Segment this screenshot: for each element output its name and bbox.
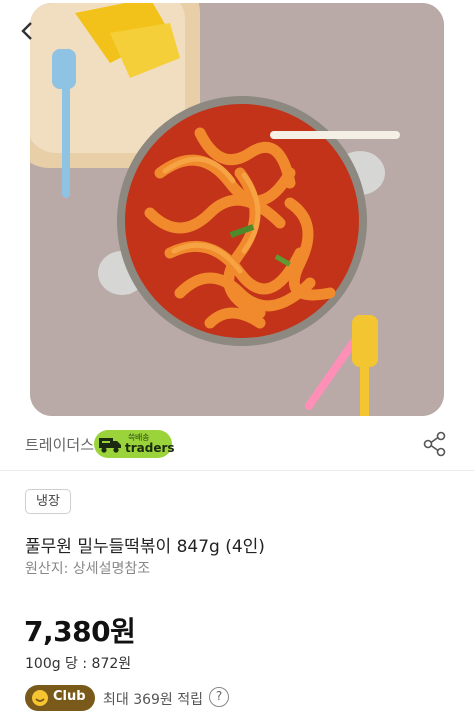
storage-tag: 냉장 (25, 489, 71, 514)
unit-price: 100g 당 : 872원 (25, 656, 132, 672)
seller-name[interactable]: 트레이더스 (25, 434, 94, 455)
product-price: 7,380원 (24, 615, 136, 648)
tteokbokki-illustration (30, 3, 444, 416)
badge-title: traders (125, 441, 175, 455)
help-icon[interactable]: ? (209, 687, 229, 707)
share-icon[interactable] (422, 431, 448, 457)
traders-delivery-badge[interactable]: 쓱배송 traders (94, 430, 175, 458)
product-title: 풀무원 밀누들떡볶이 847g (4인) (25, 537, 265, 557)
product-origin: 원산지: 상세설명참조 (25, 561, 151, 577)
reward-text: 최대 369원 적립 (103, 692, 204, 708)
product-image[interactable] (30, 3, 444, 416)
smile-coin-icon (32, 690, 48, 706)
club-badge: Club (25, 685, 95, 711)
divider (0, 470, 474, 471)
club-badge-label: Club (53, 689, 86, 704)
truck-icon (99, 438, 121, 453)
seller-row: 트레이더스 쓱배송 traders (0, 426, 474, 462)
back-arrow-icon[interactable] (20, 20, 40, 42)
